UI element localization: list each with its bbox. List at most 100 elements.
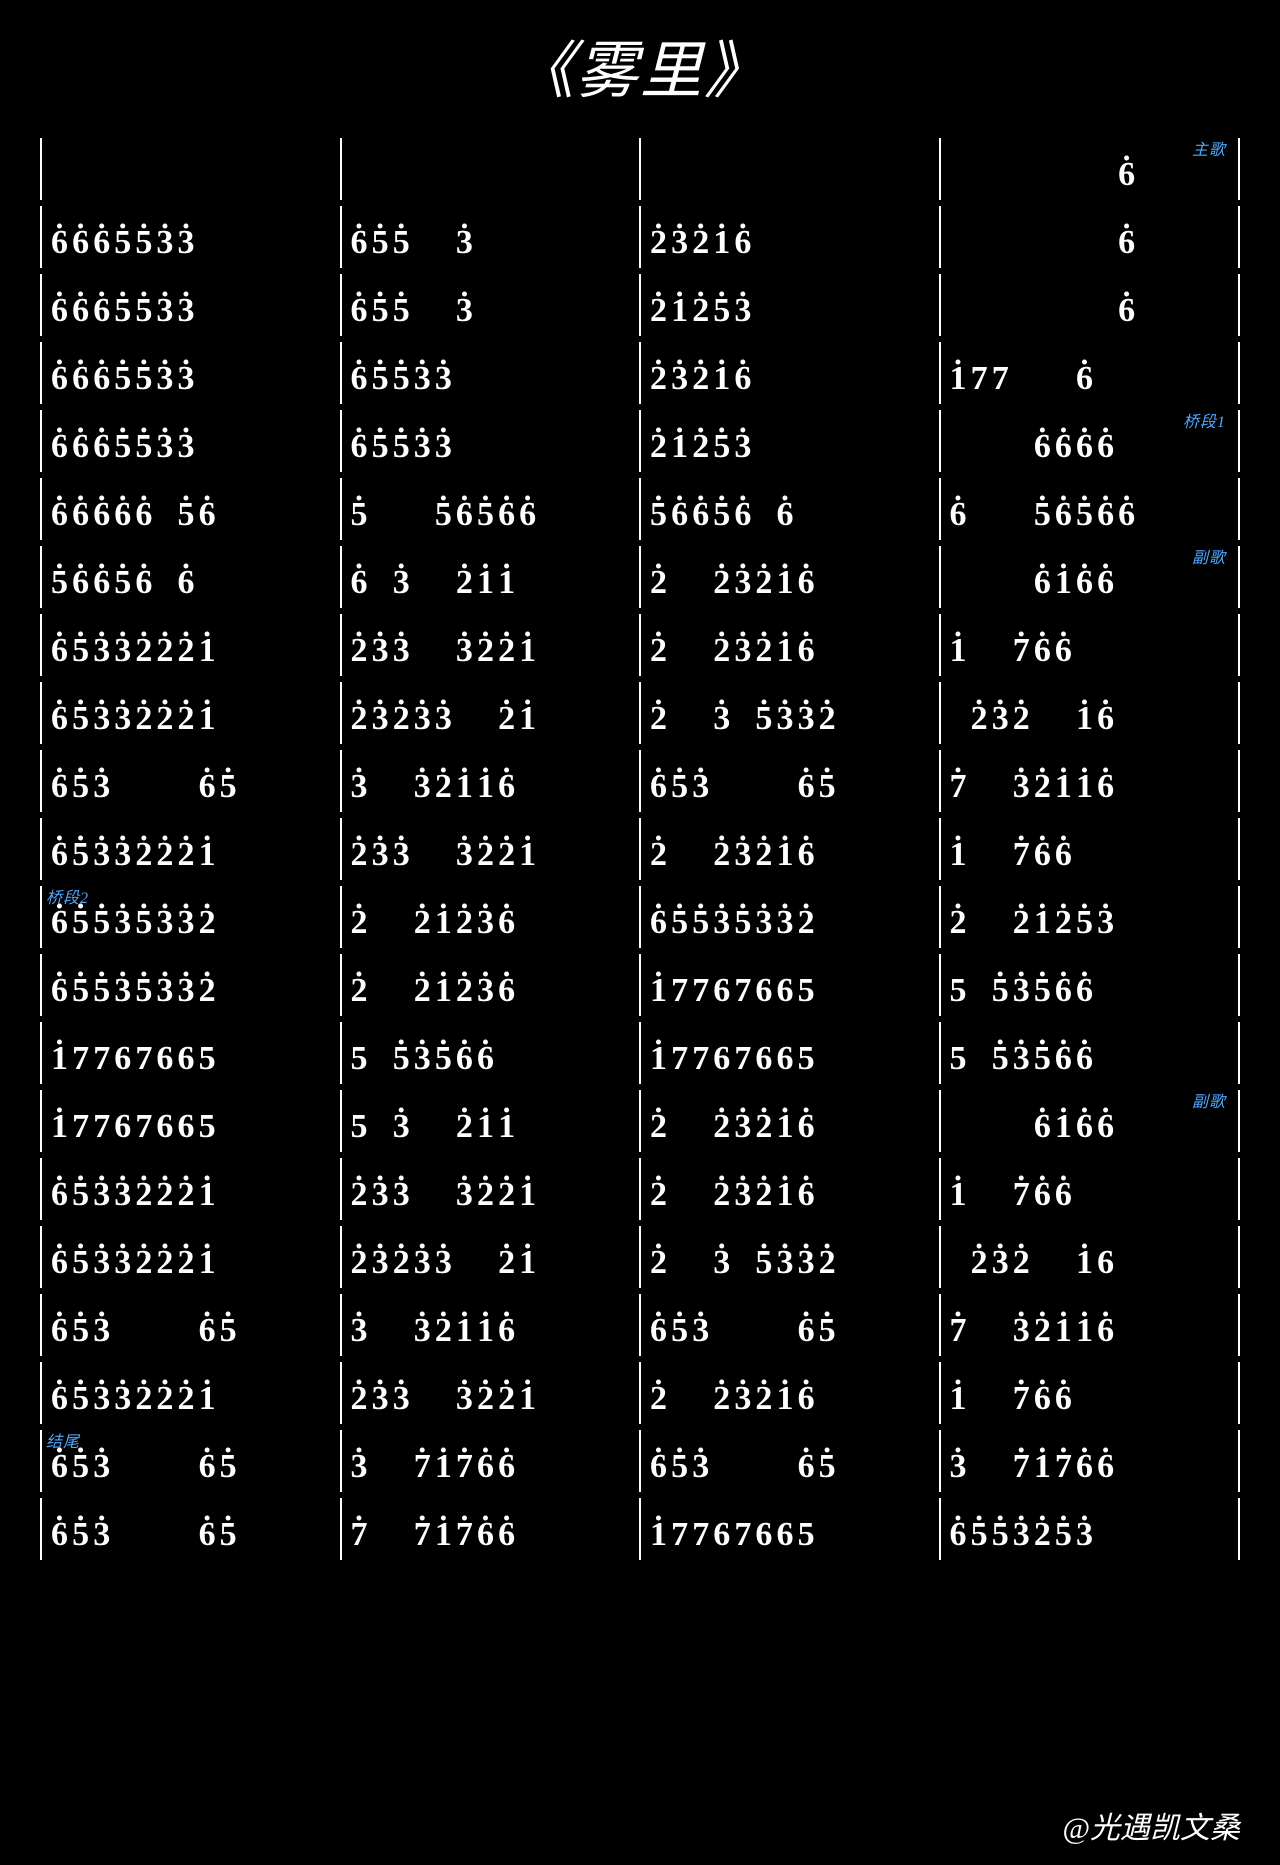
music-bar: 1 766 — [939, 1158, 1241, 1220]
music-bar: 232 16 — [939, 1226, 1241, 1288]
music-bar: 1 766 — [939, 1362, 1241, 1424]
section-label: 副歌 — [1192, 544, 1226, 568]
music-row: 653 65结尾3 71766653 653 71766 — [40, 1430, 1240, 1492]
music-bar: 23216 — [639, 342, 939, 404]
music-row: 65332221233 32212 232161 766 — [40, 1158, 1240, 1220]
music-bar: 6665533 — [40, 274, 340, 336]
music-bar: 6 3 211 — [340, 546, 640, 608]
music-bar: 65533 — [340, 342, 640, 404]
music-bar: 6 — [939, 274, 1241, 336]
music-bar: 2 23216 — [639, 1362, 939, 1424]
music-bar: 233 3221 — [340, 614, 640, 676]
music-bar: 5 53566 — [939, 1022, 1241, 1084]
music-bar: 653 65结尾 — [40, 1430, 340, 1492]
music-row: 65535332桥段22 21236655353322 21253 — [40, 886, 1240, 948]
section-label: 主歌 — [1192, 136, 1226, 160]
music-bar: 17767665 — [639, 954, 939, 1016]
music-row: 177676655 53566177676655 53566 — [40, 1022, 1240, 1084]
music-row: 66655336553321253 6666桥段1 — [40, 410, 1240, 472]
music-bar: 5 56566 — [340, 478, 640, 540]
music-bar: 2 23216 — [639, 614, 939, 676]
music-bar: 65332221 — [40, 818, 340, 880]
music-bar: 653 65 — [639, 1294, 939, 1356]
music-bar: 653 65 — [40, 1294, 340, 1356]
music-bar: 6665533 — [40, 410, 340, 472]
music-bar: 653 65 — [639, 1430, 939, 1492]
music-bar: 65535332桥段2 — [40, 886, 340, 948]
music-bar: 17767665 — [639, 1498, 939, 1560]
music-row: 6665533655 321253 6 — [40, 274, 1240, 336]
music-bar: 3 71766 — [340, 1430, 640, 1492]
music-bar: 23233 21 — [340, 1226, 640, 1288]
music-bar: 7 32116 — [939, 750, 1241, 812]
music-bar: 7 71766 — [340, 1498, 640, 1560]
music-bar: 56656 6 — [40, 546, 340, 608]
music-bar: 653 65 — [40, 1498, 340, 1560]
music-bar: 17767665 — [40, 1090, 340, 1152]
music-row: 653 653 32116653 657 32116 — [40, 1294, 1240, 1356]
music-row: 177676655 3 2112 23216 6166副歌 — [40, 1090, 1240, 1152]
music-bar: 23216 — [639, 206, 939, 268]
music-bar: 233 3221 — [340, 818, 640, 880]
music-bar: 2 23216 — [639, 818, 939, 880]
music-bar: 17767665 — [639, 1022, 939, 1084]
music-bar: 653 65 — [639, 750, 939, 812]
music-bar: 233 3221 — [340, 1158, 640, 1220]
song-title: 《雾里》 — [20, 20, 1260, 110]
music-bar: 17767665 — [40, 1022, 340, 1084]
music-bar: 65332221 — [40, 614, 340, 676]
music-bar: 65535332 — [639, 886, 939, 948]
music-row: 66666 565 5656656656 6 6 56566 — [40, 478, 1240, 540]
music-row: 653 657 71766177676656553253 — [40, 1498, 1240, 1560]
music-bar: 2 23216 — [639, 546, 939, 608]
music-bar — [639, 138, 939, 200]
section-label: 副歌 — [1192, 1088, 1226, 1112]
music-bar: 3 71766 — [939, 1430, 1241, 1492]
music-row: 6主歌 — [40, 138, 1240, 200]
music-bar: 6166副歌 — [939, 1090, 1241, 1152]
music-bar: 65535332 — [40, 954, 340, 1016]
music-row: 65332221233 32212 232161 766 — [40, 1362, 1240, 1424]
music-bar: 56656 6 — [639, 478, 939, 540]
music-row: 65332221233 32212 232161 766 — [40, 614, 1240, 676]
music-bar: 6553253 — [939, 1498, 1241, 1560]
music-bar: 655 3 — [340, 206, 640, 268]
music-bar: 653 65 — [40, 750, 340, 812]
music-bar: 1 766 — [939, 818, 1241, 880]
music-bar: 5 53566 — [939, 954, 1241, 1016]
music-bar: 5 53566 — [340, 1022, 640, 1084]
music-bar: 21253 — [639, 410, 939, 472]
music-bar: 66666 56 — [40, 478, 340, 540]
music-bar: 2 3 5332 — [639, 1226, 939, 1288]
music-bar: 2 21236 — [340, 954, 640, 1016]
music-row: 653 653 32116653 657 32116 — [40, 750, 1240, 812]
section-label: 结尾 — [46, 1428, 80, 1452]
music-bar: 21253 — [639, 274, 939, 336]
music-bar — [40, 138, 340, 200]
music-row: 6665533655 323216 6 — [40, 206, 1240, 268]
music-row: 655353322 21236177676655 53566 — [40, 954, 1240, 1016]
music-bar: 6主歌 — [939, 138, 1241, 200]
music-sheet: 6主歌6665533655 323216 66665533655 321253 … — [40, 138, 1240, 1560]
music-bar: 3 32116 — [340, 750, 640, 812]
music-bar: 232 16 — [939, 682, 1241, 744]
music-bar: 2 23216 — [639, 1158, 939, 1220]
music-bar: 65332221 — [40, 1362, 340, 1424]
section-label: 桥段2 — [46, 884, 89, 908]
music-bar: 6 56566 — [939, 478, 1241, 540]
music-bar: 233 3221 — [340, 1362, 640, 1424]
music-bar: 65533 — [340, 410, 640, 472]
music-bar: 6666桥段1 — [939, 410, 1241, 472]
music-bar: 2 23216 — [639, 1090, 939, 1152]
music-bar: 2 3 5332 — [639, 682, 939, 744]
music-bar: 655 3 — [340, 274, 640, 336]
music-bar: 177 6 — [939, 342, 1241, 404]
author-credit: @光遇凯文桑 — [1062, 1803, 1240, 1847]
music-bar: 3 32116 — [340, 1294, 640, 1356]
music-bar: 6665533 — [40, 206, 340, 268]
music-bar: 6665533 — [40, 342, 340, 404]
music-bar: 2 21253 — [939, 886, 1241, 948]
music-bar: 5 3 211 — [340, 1090, 640, 1152]
section-label: 桥段1 — [1183, 408, 1226, 432]
music-bar: 6166副歌 — [939, 546, 1241, 608]
